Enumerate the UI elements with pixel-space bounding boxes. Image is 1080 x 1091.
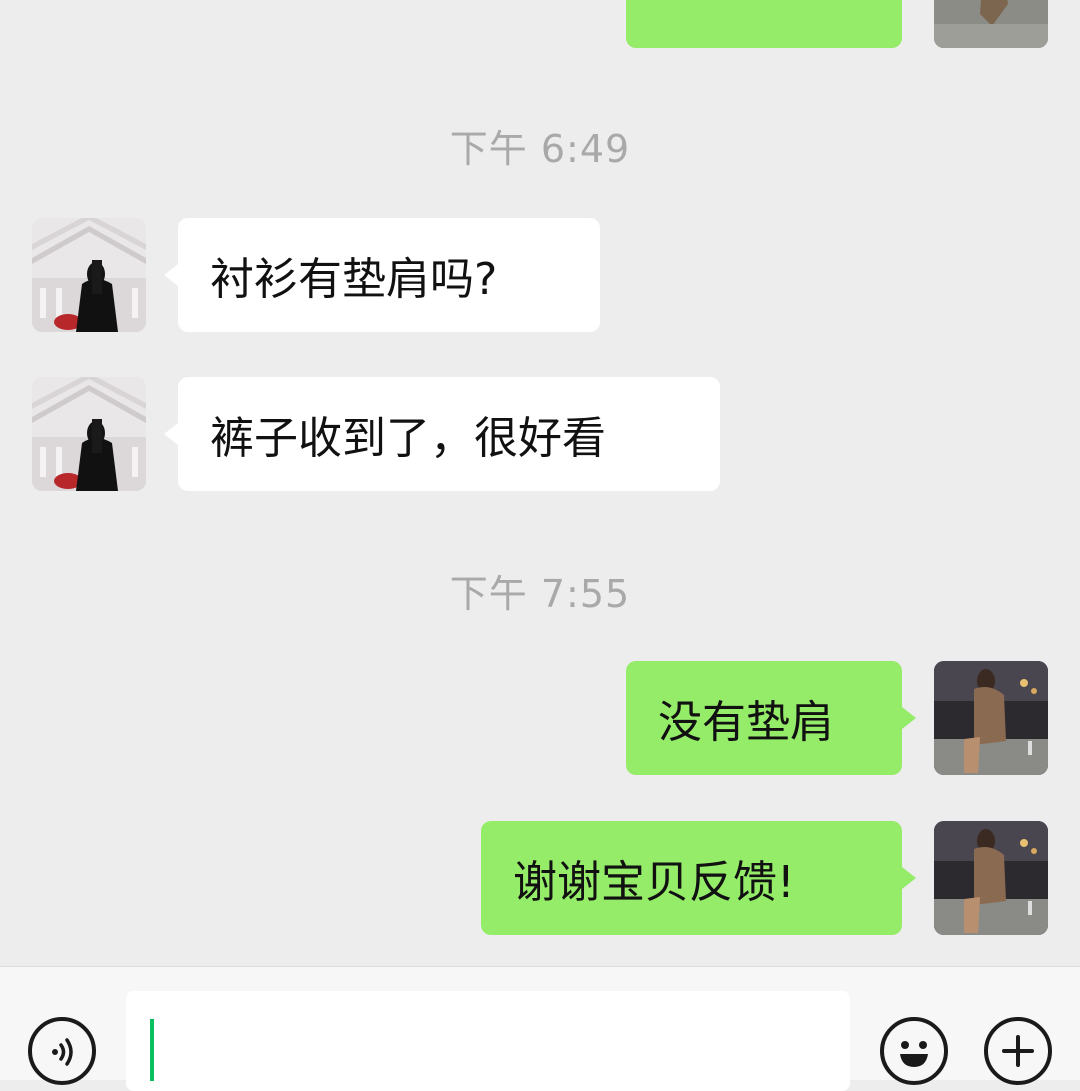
contact-avatar[interactable] [32,377,146,491]
my-avatar[interactable] [934,0,1048,48]
avatar-photo-icon [32,218,146,332]
more-button[interactable] [984,1017,1052,1085]
bubble-tail [164,264,178,286]
message-text: 谢谢宝贝反馈! [513,857,795,908]
bubble-tail [902,867,916,889]
input-toolbar [0,966,1080,1091]
timestamp: 下午 6:49 [449,127,631,171]
message-text: 衬衫有垫肩吗? [210,254,498,305]
message-text: 裤子收到了，很好看 [210,413,606,464]
emoji-button[interactable] [880,1017,948,1085]
avatar-photo-icon [934,0,1048,48]
contact-avatar[interactable] [32,218,146,332]
avatar-photo-icon [32,377,146,491]
avatar-photo-icon [934,821,1048,935]
message-text: 没有垫肩 [658,697,834,748]
incoming-message-bubble[interactable]: 衬衫有垫肩吗? [178,218,600,332]
voice-icon [52,1038,73,1066]
avatar-photo-icon [934,661,1048,775]
message-input[interactable] [126,991,850,1091]
my-avatar[interactable] [934,821,1048,935]
plus-icon [1002,1035,1034,1067]
outgoing-message-bubble[interactable]: 谢谢宝贝反馈! [481,821,902,935]
bubble-tail [164,423,178,445]
text-caret [150,1019,154,1081]
timestamp: 下午 7:55 [449,572,631,616]
voice-button[interactable] [28,1017,96,1085]
chat-area[interactable]: 下午 6:49 衬衫有垫肩吗? 裤子收到了，很好看 下午 7:55 没有垫肩 谢… [0,0,1080,966]
incoming-message-bubble[interactable]: 裤子收到了，很好看 [178,377,720,491]
my-avatar[interactable] [934,661,1048,775]
outgoing-message-bubble[interactable]: 没有垫肩 [626,661,902,775]
bubble-tail [902,707,916,729]
outgoing-message-bubble[interactable] [626,0,902,48]
emoji-icon [900,1041,928,1067]
